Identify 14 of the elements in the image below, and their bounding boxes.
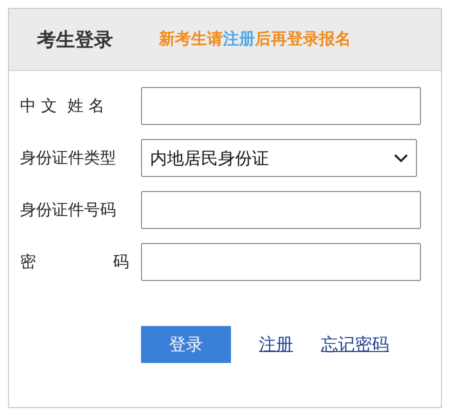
field-label: 中 文 姓 名 [20,96,106,116]
register-notice: 新考生请注册后再登录报名 [159,29,351,50]
field-label: 身份证件类型 [20,148,117,168]
input-field[interactable] [141,87,421,125]
chevron-icon [394,154,408,162]
field-label: 身份证件号码 [20,200,117,220]
link[interactable]: 忘记密码 [321,333,389,356]
login-button[interactable]: 登录 [141,326,231,363]
input-field[interactable] [141,191,421,229]
header-title: 考生登录 [37,28,113,52]
input-field[interactable] [141,243,421,281]
field-label: 密 码 [20,252,129,272]
id-type-select[interactable]: 内地居民身份证 [141,139,417,177]
link[interactable]: 注册 [259,333,293,356]
